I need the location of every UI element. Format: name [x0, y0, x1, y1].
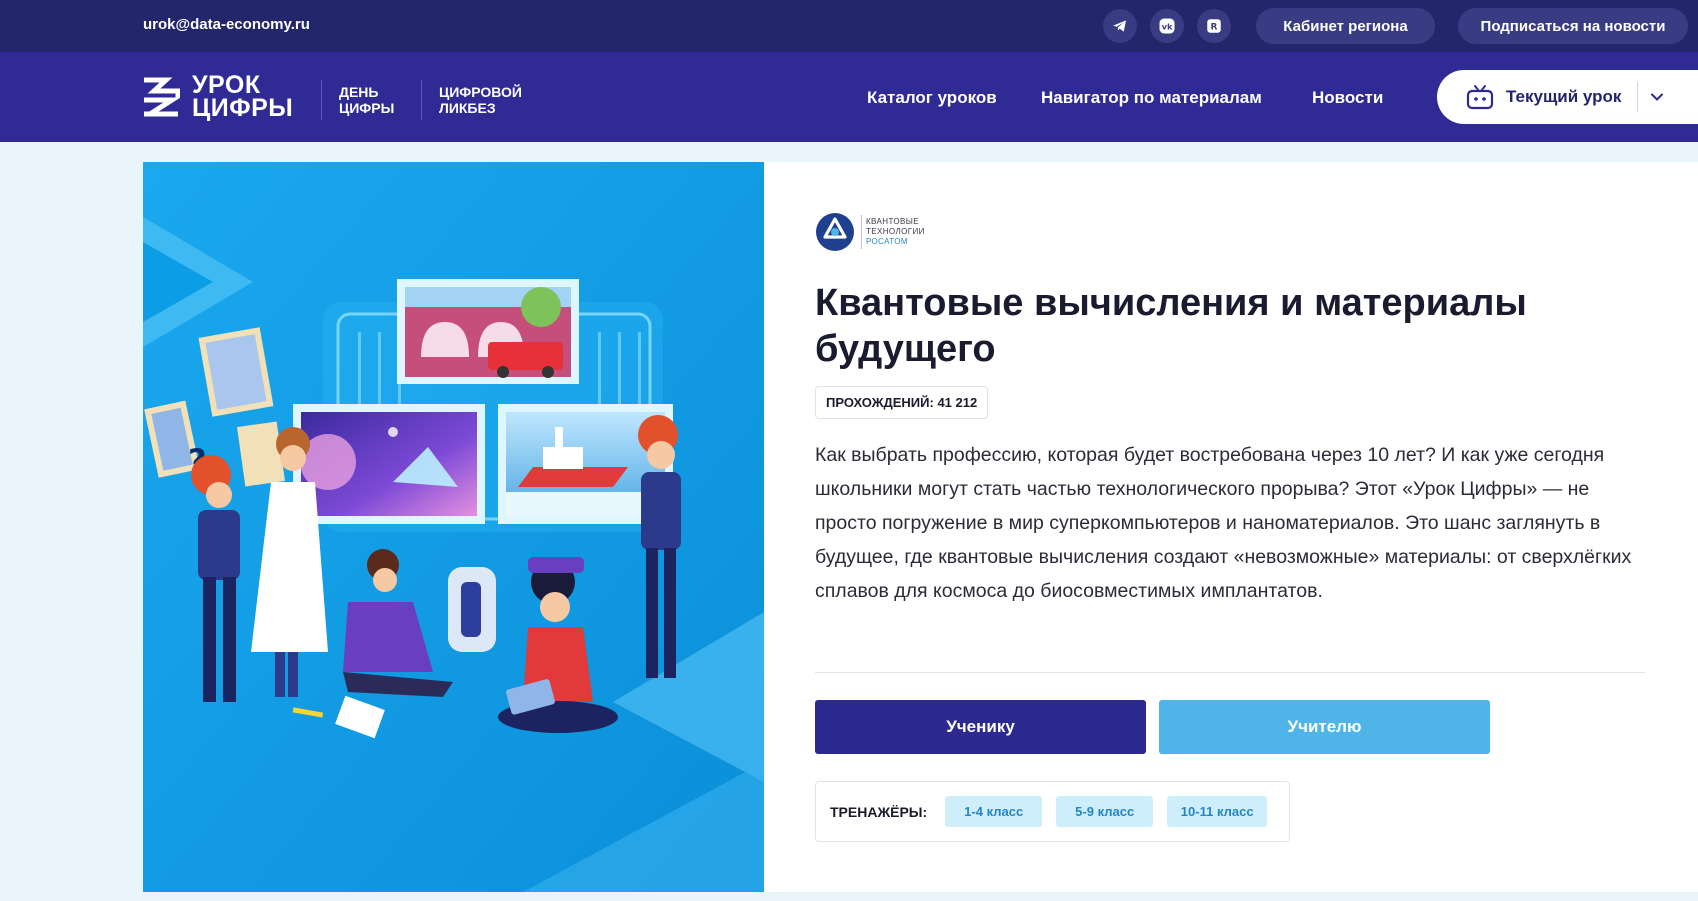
trainer-chip-5-9[interactable]: 5-9 класс [1056, 796, 1154, 827]
telegram-link[interactable] [1103, 9, 1137, 43]
logo-line-2: ЦИФРЫ [192, 94, 294, 122]
completions-label: ПРОХОЖДЕНИЙ: [826, 395, 934, 410]
lesson-illustration: ? [143, 162, 764, 892]
nav-lesson-catalog[interactable]: Каталог уроков [867, 88, 997, 108]
logo-divider [421, 80, 422, 120]
main-header: УРОК ЦИФРЫ ДЕНЬ ЦИФРЫ ЦИФРОВОЙ ЛИКБЕЗ Ка… [0, 52, 1698, 142]
cifrovoy-likbez-logo[interactable]: ЦИФРОВОЙ ЛИКБЕЗ [439, 84, 522, 116]
logo-mark-icon [144, 77, 180, 117]
current-lesson-label: Текущий урок [1506, 87, 1622, 106]
likbez-line-1: ЦИФРОВОЙ [439, 84, 522, 100]
urok-cifry-logo[interactable]: УРОК ЦИФРЫ [142, 73, 294, 122]
top-bar: urok@data-economy.ru vk R Кабинет регион… [0, 0, 1698, 52]
lesson-description: Как выбрать профессию, которая будет вос… [815, 444, 1632, 602]
partner-separator [861, 215, 862, 249]
telegram-icon [1113, 20, 1126, 32]
completions-badge: ПРОХОЖДЕНИЙ: 41 212 [815, 386, 989, 419]
rosatom-logo-icon [816, 213, 854, 251]
trainer-chip-1-4[interactable]: 1-4 класс [945, 796, 1043, 827]
likbez-line-2: ЛИКБЕЗ [439, 100, 496, 116]
trainers-label: ТРЕНАЖЁРЫ: [830, 803, 928, 820]
student-button[interactable]: Ученику [815, 700, 1146, 754]
nav-news[interactable]: Новости [1312, 88, 1383, 108]
nav-materials-navigator[interactable]: Навигатор по материалам [1041, 88, 1262, 108]
trainers-box: ТРЕНАЖЁРЫ: 1-4 класс 5-9 класс 10-11 кла… [815, 781, 1290, 842]
lesson-title: Квантовые вычисления и материалы будущег… [815, 282, 1527, 370]
vk-icon: vk [1159, 18, 1175, 34]
den-cifry-line-1: ДЕНЬ [339, 84, 379, 100]
svg-text:vk: vk [1162, 21, 1173, 31]
region-cabinet-button[interactable]: Кабинет региона [1256, 8, 1435, 44]
rutube-link[interactable]: R [1197, 9, 1231, 43]
den-cifry-line-2: ЦИФРЫ [339, 100, 395, 116]
subscribe-news-button[interactable]: Подписаться на новости [1458, 8, 1688, 44]
contact-email[interactable]: urok@data-economy.ru [143, 16, 310, 33]
current-lesson-dropdown[interactable]: Текущий урок [1437, 70, 1698, 124]
lesson-illustration-image: ? [143, 162, 764, 892]
section-divider [815, 672, 1645, 673]
completions-value: 41 212 [937, 395, 978, 410]
lesson-card: ? [143, 162, 1698, 892]
partner-line-1: КВАНТОВЫЕ [866, 217, 919, 226]
current-lesson-separator [1637, 82, 1639, 112]
partner-logo: КВАНТОВЫЕ ТЕХНОЛОГИИ РОСАТОМ [815, 212, 925, 252]
rutube-icon: R [1207, 19, 1221, 33]
partner-line-2: ТЕХНОЛОГИИ [866, 227, 925, 236]
vk-link[interactable]: vk [1150, 9, 1184, 43]
chevron-down-icon[interactable] [1650, 90, 1664, 104]
logo-divider [321, 80, 322, 120]
svg-text:R: R [1211, 22, 1218, 32]
den-cifry-logo[interactable]: ДЕНЬ ЦИФРЫ [339, 84, 394, 116]
teacher-button[interactable]: Учителю [1159, 700, 1490, 754]
trainer-chip-10-11[interactable]: 10-11 класс [1167, 796, 1268, 827]
robot-tv-icon [1466, 85, 1494, 110]
partner-line-3: РОСАТОМ [866, 237, 908, 246]
